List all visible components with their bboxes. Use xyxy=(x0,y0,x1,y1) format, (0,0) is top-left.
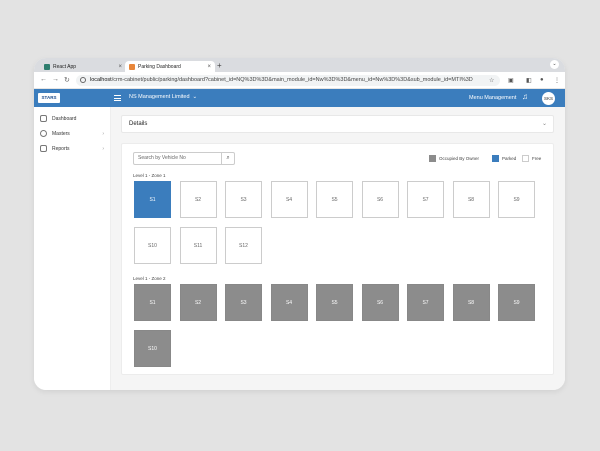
search-input[interactable]: Search by Vehicle No ⌕ xyxy=(133,152,235,165)
document-icon xyxy=(40,145,47,152)
sidebar-item-masters[interactable]: Masters › xyxy=(34,126,110,141)
zone-label: Level 1 - Zone 2 xyxy=(133,276,166,281)
more-icon[interactable]: ⋮ xyxy=(554,77,560,84)
tab-label: Parking Dashboard xyxy=(138,63,181,70)
bell-icon[interactable]: ♫ xyxy=(522,93,528,101)
legend-label: Occupied By Owner xyxy=(439,156,480,161)
home-icon xyxy=(40,115,47,122)
sidebar-item-dashboard[interactable]: Dashboard xyxy=(34,111,110,126)
parking-slot[interactable]: S5 xyxy=(316,284,353,321)
parking-slot[interactable]: S4 xyxy=(270,284,308,321)
parking-slot[interactable]: S12 xyxy=(225,227,262,264)
parking-slot[interactable]: S9 xyxy=(498,284,535,321)
parking-slot[interactable]: S6 xyxy=(361,284,399,321)
url-path: /crm-cabinet/public/parking/dashboard?ca… xyxy=(111,77,473,83)
parking-favicon-icon xyxy=(129,63,135,70)
tab-label: React App xyxy=(53,63,77,70)
logo: STARS xyxy=(38,93,60,103)
chevron-right-icon: › xyxy=(102,145,104,152)
react-favicon-icon xyxy=(44,63,50,70)
search-placeholder: Search by Vehicle No xyxy=(138,155,186,161)
chevron-down-icon: ⌄ xyxy=(541,121,547,127)
parking-slot[interactable]: S2 xyxy=(179,181,217,218)
forward-icon[interactable]: → xyxy=(52,76,59,83)
details-title: Details xyxy=(129,121,148,127)
sidepanel-icon[interactable]: ◧ xyxy=(526,77,532,84)
legend-occupied: Occupied By Owner xyxy=(429,155,479,162)
parking-slot[interactable]: S7 xyxy=(407,181,444,218)
browser-toolbar: ← → ↻ localhost/crm-cabinet/public/parki… xyxy=(34,72,565,89)
details-accordion[interactable]: Details ⌄ xyxy=(121,115,554,133)
avatar[interactable]: SKS xyxy=(542,92,555,105)
parking-slot[interactable]: S5 xyxy=(316,181,353,218)
parking-slot[interactable]: S3 xyxy=(225,284,262,321)
parking-slot[interactable]: S10 xyxy=(134,330,171,367)
parking-slot[interactable]: S10 xyxy=(134,227,171,264)
sidebar-item-label: Dashboard xyxy=(52,115,77,122)
bookmark-star-icon[interactable]: ☆ xyxy=(489,77,494,84)
legend-swatch xyxy=(522,155,529,162)
chevron-down-icon[interactable]: ⌄ xyxy=(550,60,559,69)
tab-bar: React App × Parking Dashboard × + ⌄ xyxy=(34,58,565,72)
sidebar-item-label: Reports xyxy=(52,145,70,152)
url-host: localhost xyxy=(90,77,112,83)
app-header: STARS NS Management Limited ⌄ Menu Manag… xyxy=(34,89,565,107)
hamburger-menu-icon[interactable] xyxy=(114,95,121,101)
legend-swatch xyxy=(429,155,436,162)
parking-slot[interactable]: S1 xyxy=(134,284,171,321)
back-icon[interactable]: ← xyxy=(40,76,47,83)
sidebar: Dashboard Masters › Reports › xyxy=(34,107,111,390)
main-content: Details ⌄ Search by Vehicle No ⌕ Occupie… xyxy=(111,107,565,390)
site-info-icon[interactable] xyxy=(80,77,86,83)
tab-react-app[interactable]: React App × xyxy=(40,61,126,72)
legend-label: Free xyxy=(532,156,542,161)
extensions-icon[interactable]: ▣ xyxy=(508,77,514,84)
legend-label: Parked xyxy=(502,156,517,161)
parking-slot[interactable]: S3 xyxy=(225,181,262,218)
parking-slot[interactable]: S9 xyxy=(498,181,535,218)
browser-window: React App × Parking Dashboard × + ⌄ ← → … xyxy=(34,58,565,390)
org-name: NS Management Limited xyxy=(129,94,190,100)
gear-icon xyxy=(40,130,47,137)
close-icon[interactable]: × xyxy=(118,64,122,70)
parking-slot[interactable]: S11 xyxy=(179,227,217,264)
chevron-down-icon: ⌄ xyxy=(192,94,198,100)
legend-swatch xyxy=(492,155,499,162)
profile-icon[interactable]: ● xyxy=(540,77,544,83)
sidebar-item-label: Masters xyxy=(52,130,70,137)
menu-management-link[interactable]: Menu Management xyxy=(469,95,516,101)
parking-slot[interactable]: S6 xyxy=(361,181,399,218)
legend-parked: Parked xyxy=(492,155,516,162)
zone-label: Level 1 - Zone 1 xyxy=(133,173,166,178)
parking-slot[interactable]: S4 xyxy=(270,181,308,218)
chevron-right-icon: › xyxy=(102,130,104,137)
parking-slot[interactable]: S8 xyxy=(452,181,490,218)
address-bar[interactable]: localhost/crm-cabinet/public/parking/das… xyxy=(76,75,500,86)
search-icon[interactable]: ⌕ xyxy=(221,153,234,164)
parking-slot[interactable]: S8 xyxy=(452,284,490,321)
org-selector[interactable]: NS Management Limited ⌄ xyxy=(129,94,197,100)
parking-card: Search by Vehicle No ⌕ Occupied By Owner… xyxy=(121,143,554,375)
sidebar-item-reports[interactable]: Reports › xyxy=(34,141,110,156)
tab-parking-dashboard[interactable]: Parking Dashboard × xyxy=(125,61,215,72)
parking-slot[interactable]: S2 xyxy=(179,284,217,321)
parking-slot[interactable]: S1 xyxy=(134,181,171,218)
parking-slot[interactable]: S7 xyxy=(407,284,444,321)
new-tab-icon[interactable]: + xyxy=(217,61,222,70)
close-icon[interactable]: × xyxy=(207,64,211,70)
reload-icon[interactable]: ↻ xyxy=(64,76,70,84)
legend-free: Free xyxy=(522,155,541,162)
